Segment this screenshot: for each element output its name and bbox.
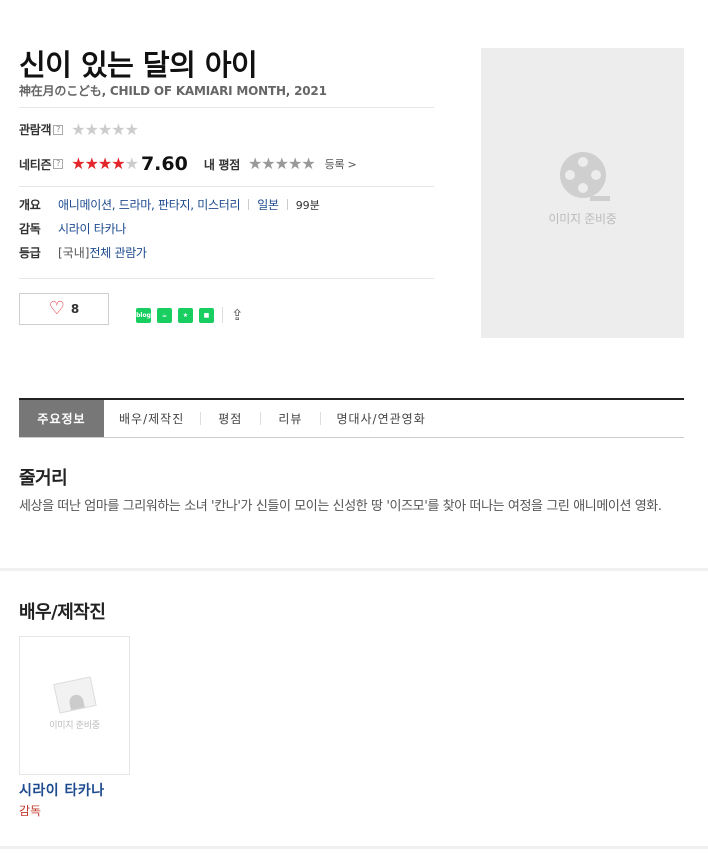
separator xyxy=(200,412,202,425)
genre-link[interactable]: 애니메이션, 드라마, 판타지, 미스터리 xyxy=(58,196,241,213)
director-label: 감독 xyxy=(19,222,41,236)
tab-quotes-related[interactable]: 명대사/연관영화 xyxy=(336,400,425,437)
help-icon[interactable]: ? xyxy=(53,159,64,169)
movie-title: 신이 있는 달의 아이 xyxy=(19,48,258,82)
overview-row: 개요 애니메이션, 드라마, 판타지, 미스터리 일본 99분 xyxy=(19,196,320,213)
cafe-share-icon[interactable]: ☕ xyxy=(157,308,172,323)
tab-cast[interactable]: 배우/제작진 xyxy=(119,400,184,437)
audience-rating-row: 관람객 ? ★★★★★ xyxy=(19,119,139,139)
blog-share-icon[interactable]: blog xyxy=(136,308,151,323)
divider-line xyxy=(19,278,434,279)
netizen-score: 7.60 xyxy=(140,153,188,175)
grade-label: 등급 xyxy=(19,246,41,260)
person-photo-icon xyxy=(52,676,97,714)
bookmark-share-icon[interactable]: ★ xyxy=(178,308,193,323)
help-icon[interactable]: ? xyxy=(53,124,64,135)
like-button[interactable]: ♡ 8 xyxy=(19,293,109,325)
my-rating-stars[interactable]: ★★★★★ xyxy=(248,156,316,172)
audience-stars: ★★★★★ xyxy=(71,119,139,139)
divider-line xyxy=(19,107,434,108)
like-count: 8 xyxy=(70,302,80,316)
netizen-rating-row: 네티즌 ? ★★★★★ 7.60 내 평점 ★★★★★ 등록 > xyxy=(19,153,357,175)
grade-row: 등급 [국내] 전체 관람가 xyxy=(19,244,147,261)
separator xyxy=(260,412,262,425)
audience-label: 관람객 xyxy=(19,123,52,137)
cast-section-title: 배우/제작진 xyxy=(19,602,106,623)
synopsis-text: 세상을 떠난 엄마를 그리워하는 소녀 '칸나'가 신들이 모이는 신성한 땅 … xyxy=(19,499,662,514)
film-reel-icon xyxy=(559,151,610,201)
grade-region: [국내] xyxy=(58,246,90,260)
netizen-label: 네티즌 xyxy=(19,157,52,172)
cast-placeholder-text: 이미지 준비중 xyxy=(49,721,100,731)
movie-subtitle: 神在月のこども, CHILD OF KAMIARI MONTH, 2021 xyxy=(19,84,327,98)
synopsis-title: 줄거리 xyxy=(19,468,68,489)
tab-reviews[interactable]: 리뷰 xyxy=(278,400,302,437)
register-rating-link[interactable]: 등록 > xyxy=(325,156,357,172)
section-divider xyxy=(0,568,708,571)
separator xyxy=(286,199,288,210)
separator xyxy=(248,199,250,210)
poster-placeholder-text: 이미지 준비중 xyxy=(548,211,617,226)
grade-link[interactable]: 전체 관람가 xyxy=(89,244,147,261)
cast-photo-placeholder[interactable]: 이미지 준비중 xyxy=(19,636,130,775)
tab-main-info[interactable]: 주요정보 xyxy=(19,400,104,437)
separator xyxy=(222,307,223,323)
director-link[interactable]: 시라이 타카나 xyxy=(58,220,126,237)
my-rating-label: 내 평점 xyxy=(203,157,240,172)
separator xyxy=(320,412,322,425)
country-link[interactable]: 일본 xyxy=(257,196,279,213)
tab-bar: 주요정보 배우/제작진 평점 리뷰 명대사/연관영화 xyxy=(19,398,684,438)
runtime: 99분 xyxy=(295,198,320,212)
divider-line xyxy=(19,186,434,187)
netizen-stars: ★★★★★ xyxy=(71,154,139,173)
director-row: 감독 시라이 타카나 xyxy=(19,220,126,237)
share-out-icon[interactable]: ⇪ xyxy=(231,306,244,324)
cast-role: 감독 xyxy=(19,804,42,818)
section-divider xyxy=(0,846,708,849)
tab-ratings[interactable]: 평점 xyxy=(218,400,242,437)
cast-name-link[interactable]: 시라이 타카나 xyxy=(19,780,105,800)
overview-label: 개요 xyxy=(19,198,41,212)
memo-share-icon[interactable]: ■ xyxy=(199,308,214,323)
heart-icon: ♡ xyxy=(48,298,65,319)
poster-placeholder: 이미지 준비중 xyxy=(481,48,684,338)
